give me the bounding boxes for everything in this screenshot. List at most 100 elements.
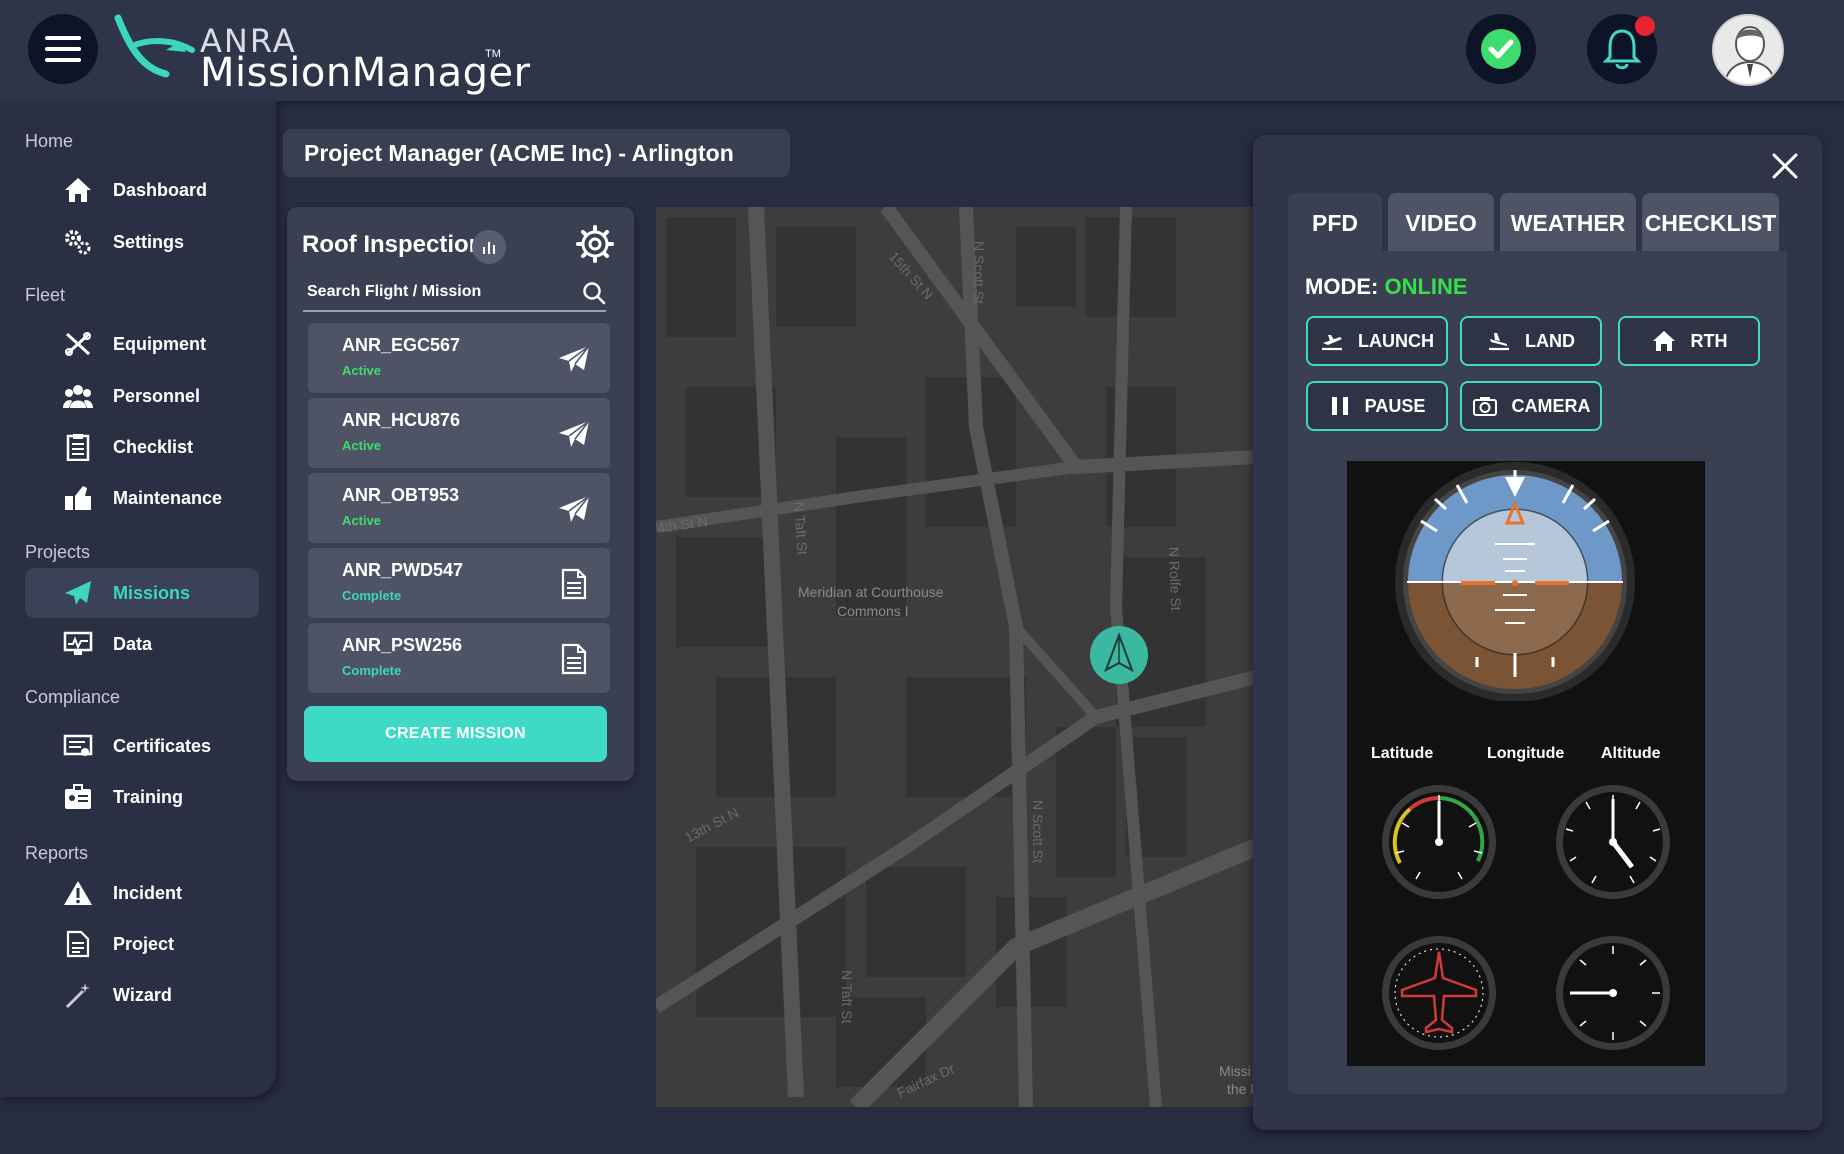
sidebar-item-project[interactable]: Project bbox=[25, 919, 259, 969]
sidebar-item-wizard[interactable]: Wizard bbox=[25, 970, 259, 1020]
flight-card[interactable]: ANR_EGC567 Active bbox=[308, 323, 610, 393]
certificate-icon bbox=[58, 731, 98, 761]
sidebar-item-maintenance[interactable]: Maintenance bbox=[25, 473, 259, 523]
flight-id: ANR_PWD547 bbox=[342, 560, 464, 580]
search-input[interactable] bbox=[303, 283, 563, 301]
street-label: N Rolfe St bbox=[1166, 547, 1184, 611]
menu-line bbox=[45, 47, 81, 51]
tab-pfd[interactable]: PFD bbox=[1288, 193, 1382, 253]
sidebar-item-training[interactable]: Training bbox=[25, 772, 259, 822]
flight-id: ANR_PSW256 bbox=[342, 635, 463, 655]
sidebar-item-equipment[interactable]: Equipment bbox=[25, 319, 259, 369]
sidebar-item-label: Maintenance bbox=[113, 487, 223, 508]
bar-chart-icon bbox=[488, 242, 490, 254]
drone-marker-icon[interactable] bbox=[1090, 626, 1148, 684]
maintenance-icon bbox=[58, 483, 98, 513]
home-icon bbox=[58, 175, 98, 205]
land-button[interactable]: LAND bbox=[1460, 316, 1602, 366]
sidebar-item-label: Equipment bbox=[113, 333, 206, 354]
flight-card[interactable]: ANR_HCU876 Active bbox=[308, 398, 610, 468]
paper-plane-icon bbox=[556, 491, 592, 527]
poi-label: Commons I bbox=[837, 603, 909, 619]
notifications-button[interactable] bbox=[1587, 14, 1657, 84]
flight-status: Active bbox=[342, 438, 382, 453]
rth-button[interactable]: RTH bbox=[1618, 316, 1760, 366]
sidebar-item-settings[interactable]: Settings bbox=[25, 217, 259, 267]
flight-card[interactable]: ANR_OBT953 Active bbox=[308, 473, 610, 543]
flight-card[interactable]: ANR_PSW256 Complete bbox=[308, 623, 610, 693]
menu-line bbox=[45, 36, 81, 40]
sidebar-item-personnel[interactable]: Personnel bbox=[25, 371, 259, 421]
document-icon bbox=[556, 641, 592, 677]
camera-icon bbox=[1472, 397, 1497, 416]
close-icon[interactable] bbox=[1768, 149, 1802, 183]
user-avatar[interactable] bbox=[1712, 14, 1784, 86]
warning-icon bbox=[58, 878, 98, 908]
sidebar-item-label: Certificates bbox=[113, 735, 212, 756]
search-bar bbox=[303, 274, 606, 312]
flight-card[interactable]: ANR_PWD547 Complete bbox=[308, 548, 610, 618]
logo-product: MissionManager bbox=[200, 50, 531, 96]
altimeter-gauge bbox=[1556, 785, 1670, 899]
latitude-label: Latitude bbox=[1371, 745, 1434, 762]
pause-button[interactable]: PAUSE bbox=[1306, 381, 1448, 431]
search-icon[interactable] bbox=[582, 281, 606, 305]
sidebar: Home Dashboard Settings Fleet Equipment … bbox=[0, 101, 276, 1097]
sidebar-item-incident[interactable]: Incident bbox=[25, 868, 259, 918]
camera-button[interactable]: CAMERA bbox=[1460, 381, 1602, 431]
gear-icon[interactable] bbox=[576, 225, 614, 263]
tab-weather[interactable]: WEATHER bbox=[1500, 193, 1636, 253]
camera-label: CAMERA bbox=[1511, 395, 1591, 416]
system-status-button[interactable] bbox=[1466, 14, 1536, 84]
sidebar-item-checklist[interactable]: Checklist bbox=[25, 422, 259, 472]
tools-icon bbox=[58, 329, 98, 359]
longitude-label: Longitude bbox=[1487, 745, 1565, 762]
bar-chart-icon bbox=[483, 247, 485, 254]
map-edge-label: the l bbox=[1227, 1081, 1253, 1097]
takeoff-icon bbox=[1322, 335, 1342, 351]
tab-checklist[interactable]: CHECKLIST bbox=[1642, 193, 1779, 253]
altitude-label: Altitude bbox=[1601, 745, 1661, 762]
vertical-speed-gauge bbox=[1556, 936, 1670, 1050]
id-card-icon bbox=[58, 782, 98, 812]
check-circle-icon bbox=[1481, 29, 1521, 69]
flight-id: ANR_HCU876 bbox=[342, 410, 461, 430]
paper-plane-icon bbox=[556, 416, 592, 452]
gears-icon bbox=[58, 227, 98, 257]
sidebar-item-label: Checklist bbox=[113, 436, 194, 457]
street-label: 4th St N bbox=[656, 513, 708, 536]
street-label: N Scott St bbox=[971, 241, 987, 304]
map-canvas: 15th St N N Scott St 4th St N N Taft St … bbox=[656, 207, 1256, 1107]
sidebar-item-label: Data bbox=[113, 633, 153, 654]
sidebar-item-dashboard[interactable]: Dashboard bbox=[25, 165, 259, 215]
sidebar-item-label: Incident bbox=[113, 882, 183, 903]
sidebar-item-missions[interactable]: Missions bbox=[25, 568, 259, 618]
sidebar-item-certificates[interactable]: Certificates bbox=[25, 721, 259, 771]
sidebar-item-label: Project bbox=[113, 933, 175, 954]
sidebar-item-label: Personnel bbox=[113, 385, 201, 406]
sidebar-item-data[interactable]: Data bbox=[25, 619, 259, 669]
sidebar-item-label: Dashboard bbox=[113, 179, 208, 200]
hamburger-menu-button[interactable] bbox=[28, 14, 98, 84]
sidebar-section-fleet: Fleet bbox=[25, 285, 66, 305]
map-view[interactable]: 15th St N N Scott St 4th St N N Taft St … bbox=[656, 207, 1256, 1107]
app-logo[interactable]: ANRA MissionManager TM bbox=[112, 12, 530, 96]
create-mission-button[interactable]: CREATE MISSION bbox=[304, 706, 607, 762]
pause-icon bbox=[1331, 397, 1348, 415]
home-icon bbox=[1652, 331, 1675, 351]
flight-status: Active bbox=[342, 363, 382, 378]
document-icon bbox=[58, 929, 98, 959]
poi-label: Meridian at Courthouse bbox=[798, 584, 944, 600]
flight-status: Complete bbox=[342, 663, 402, 678]
rth-label: RTH bbox=[1690, 330, 1728, 351]
sidebar-section-home: Home bbox=[25, 131, 74, 151]
launch-button[interactable]: LAUNCH bbox=[1306, 316, 1448, 366]
instrument-panel: Latitude Longitude Altitude bbox=[1347, 461, 1705, 1066]
menu-line bbox=[45, 58, 81, 62]
clipboard-icon bbox=[58, 432, 98, 462]
mission-stats-button[interactable] bbox=[472, 230, 506, 264]
flight-id: ANR_OBT953 bbox=[342, 485, 460, 505]
heading-gauge bbox=[1382, 936, 1496, 1050]
tab-video[interactable]: VIDEO bbox=[1388, 193, 1494, 253]
launch-label: LAUNCH bbox=[1358, 330, 1434, 351]
